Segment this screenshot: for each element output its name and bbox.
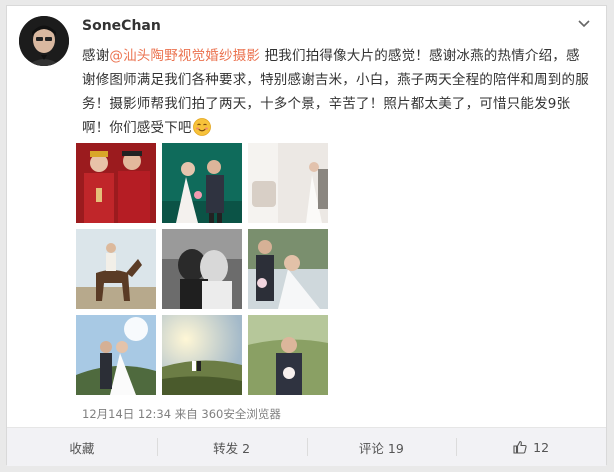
photo-chinese-traditional-wedding[interactable]	[76, 143, 156, 223]
photo-horse-riding[interactable]	[76, 229, 156, 309]
photo-bride-covering-face[interactable]	[248, 229, 328, 309]
post-meta: 12月14日 12:34 来自 360安全浏览器	[82, 407, 281, 421]
photo-white-room-couple[interactable]	[248, 143, 328, 223]
thumbs-up-icon	[513, 440, 527, 454]
favorite-button[interactable]: 收藏	[7, 428, 157, 466]
photo-couple-green-background[interactable]	[162, 143, 242, 223]
photo-sunset-field[interactable]	[162, 315, 242, 395]
author-name[interactable]: SoneChan	[82, 18, 161, 34]
chevron-down-icon[interactable]	[576, 16, 592, 32]
repost-button[interactable]: 转发 2	[156, 428, 307, 466]
weibo-post-card: SoneChan 感谢@汕头陶野视觉婚纱摄影 把我们拍得像大片的感觉！感谢冰燕的…	[6, 5, 607, 466]
post-text: 感谢@汕头陶野视觉婚纱摄影 把我们拍得像大片的感觉！感谢冰燕的热情介绍，感谢修图…	[82, 44, 592, 140]
smiley-icon	[192, 118, 211, 136]
comment-button[interactable]: 评论 19	[306, 428, 457, 466]
comment-label: 评论 19	[358, 440, 404, 456]
like-button[interactable]: 12	[456, 428, 606, 466]
action-bar: 收藏 转发 2 评论 19 12	[7, 427, 606, 466]
mention-link[interactable]: @汕头陶野视觉婚纱摄影	[109, 48, 260, 64]
favorite-label: 收藏	[69, 440, 95, 456]
photo-groom-with-bouquet[interactable]	[248, 315, 328, 395]
repost-label: 转发 2	[213, 440, 251, 456]
like-count: 12	[533, 439, 550, 455]
post-text-before: 感谢	[82, 48, 110, 64]
photo-hill-sunlight[interactable]	[76, 315, 156, 395]
photo-black-white-kiss[interactable]	[162, 229, 242, 309]
avatar[interactable]	[19, 16, 69, 66]
